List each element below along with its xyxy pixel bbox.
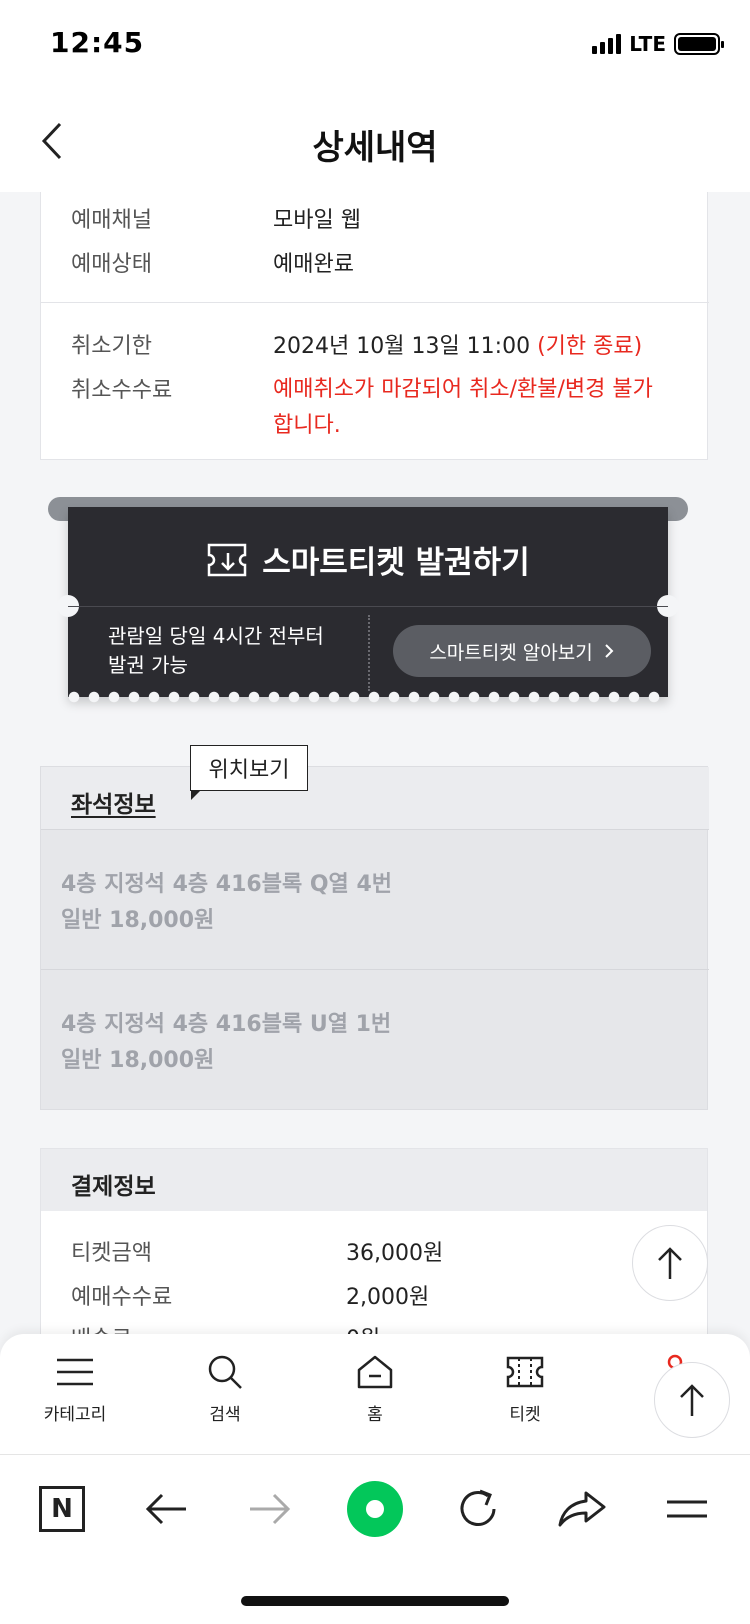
seat-info-title[interactable]: 좌석정보 bbox=[71, 785, 156, 819]
cancel-fee-notice: 예매취소가 마감되어 취소/환불/변경 불가 합니다. bbox=[273, 372, 653, 444]
seat-price: 일반 18,000원 bbox=[61, 1048, 215, 1073]
app-tab-bar: 카테고리 검색 홈 티켓 bbox=[0, 1334, 750, 1454]
home-icon bbox=[357, 1355, 393, 1389]
ticket-amount-label: 티켓금액 bbox=[71, 1241, 152, 1266]
tooltip-tail bbox=[191, 790, 201, 800]
browser-back-button[interactable] bbox=[136, 1479, 196, 1539]
naver-home-button[interactable]: N bbox=[32, 1479, 92, 1539]
channel-value: 모바일 웹 bbox=[273, 208, 361, 233]
refresh-icon bbox=[460, 1489, 496, 1526]
seat-row: 4층 지정석 4층 416블록 Q열 4번 일반 18,000원 bbox=[41, 829, 709, 969]
nav-bar: 상세내역 bbox=[0, 92, 750, 192]
cancel-fee-label: 취소수수료 bbox=[71, 378, 173, 403]
status-value: 예매완료 bbox=[273, 252, 354, 277]
smart-ticket-learn-more-button[interactable]: 스마트티켓 알아보기 bbox=[393, 625, 651, 677]
browser-menu-button[interactable] bbox=[657, 1479, 717, 1539]
seat-price: 일반 18,000원 bbox=[61, 908, 215, 933]
seat-row: 4층 지정석 4층 416블록 U열 1번 일반 18,000원 bbox=[41, 969, 709, 1109]
scroll-top-button[interactable] bbox=[654, 1362, 730, 1438]
seat-info-header: 좌석정보 bbox=[41, 767, 709, 829]
naver-green-button[interactable] bbox=[345, 1479, 405, 1539]
cancel-deadline-date: 2024년 10월 13일 11:00 bbox=[273, 334, 531, 359]
signal-icon bbox=[592, 34, 622, 54]
smart-ticket-title: 스마트티켓 발권하기 bbox=[262, 545, 530, 581]
smart-ticket-note-line1: 관람일 당일 4시간 전부터 bbox=[108, 624, 324, 648]
browser-forward-button[interactable] bbox=[240, 1479, 300, 1539]
network-label: LTE bbox=[629, 32, 666, 56]
channel-label: 예매채널 bbox=[71, 208, 152, 233]
chevron-right-icon bbox=[604, 644, 614, 658]
status-label: 예매상태 bbox=[71, 252, 152, 277]
ticket-scallop-edge bbox=[68, 691, 668, 703]
tab-category[interactable]: 카테고리 bbox=[20, 1354, 130, 1425]
ticket-amount-value: 36,000원 bbox=[346, 1241, 444, 1266]
tab-home[interactable]: 홈 bbox=[320, 1354, 430, 1425]
green-dot-icon bbox=[347, 1481, 403, 1537]
cancel-deadline-label: 취소기한 bbox=[71, 334, 152, 359]
tab-ticket[interactable]: 티켓 bbox=[470, 1354, 580, 1425]
battery-icon bbox=[674, 33, 724, 55]
seat-location: 4층 지정석 4층 416블록 U열 1번 bbox=[61, 1012, 392, 1037]
smart-ticket-issue-button[interactable]: 스마트티켓 발권하기 bbox=[68, 537, 668, 582]
home-indicator[interactable] bbox=[241, 1596, 509, 1606]
arrow-up-icon bbox=[658, 1247, 682, 1279]
smart-ticket-note-line2: 발권 가능 bbox=[108, 653, 188, 677]
payment-info-title: 결제정보 bbox=[71, 1174, 156, 1200]
refresh-button[interactable] bbox=[448, 1479, 508, 1539]
tab-search[interactable]: 검색 bbox=[170, 1354, 280, 1425]
cancel-fee-line2: 합니다. bbox=[273, 413, 341, 438]
status-time: 12:45 bbox=[50, 26, 145, 59]
arrow-left-icon bbox=[145, 1493, 186, 1525]
arrow-up-icon bbox=[680, 1384, 704, 1416]
menu-icon bbox=[667, 1500, 707, 1518]
status-bar: 12:45 LTE bbox=[0, 0, 750, 92]
tab-label: 티켓 bbox=[509, 1405, 541, 1425]
smart-ticket-card: 스마트티켓 발권하기 관람일 당일 4시간 전부터 발권 가능 스마트티켓 알아… bbox=[57, 507, 679, 703]
status-indicators: LTE bbox=[592, 32, 724, 56]
ticket-dotted-divider bbox=[368, 615, 370, 691]
arrow-right-icon bbox=[250, 1493, 291, 1525]
ticket-download-icon bbox=[208, 543, 247, 576]
naver-logo-icon: N bbox=[39, 1486, 85, 1532]
seat-location: 4층 지정석 4층 416블록 Q열 4번 bbox=[61, 872, 393, 897]
share-button[interactable] bbox=[552, 1479, 612, 1539]
scroll-top-button[interactable] bbox=[632, 1225, 708, 1301]
booking-fee-label: 예매수수료 bbox=[71, 1285, 173, 1310]
page-title: 상세내역 bbox=[312, 128, 438, 168]
tab-label: 카테고리 bbox=[43, 1405, 107, 1425]
search-icon bbox=[208, 1355, 242, 1389]
payment-info-header: 결제정보 bbox=[41, 1149, 707, 1211]
tab-label: 홈 bbox=[367, 1405, 383, 1425]
seat-info-card: 좌석정보 4층 지정석 4층 416블록 Q열 4번 일반 18,000원 4층… bbox=[40, 766, 709, 1110]
ticket-separator bbox=[68, 606, 668, 607]
cancel-deadline-value: 2024년 10월 13일 11:00 (기한 종료) bbox=[273, 328, 642, 360]
menu-icon bbox=[57, 1358, 93, 1386]
tab-label: 검색 bbox=[209, 1405, 241, 1425]
divider bbox=[41, 302, 709, 303]
cancel-fee-line1: 예매취소가 마감되어 취소/환불/변경 불가 bbox=[273, 377, 653, 402]
cancel-deadline-note: (기한 종료) bbox=[537, 334, 643, 359]
booking-fee-value: 2,000원 bbox=[346, 1285, 430, 1310]
smart-ticket-note: 관람일 당일 4시간 전부터 발권 가능 bbox=[108, 622, 358, 680]
share-icon bbox=[558, 1491, 606, 1527]
view-location-tooltip[interactable]: 위치보기 bbox=[190, 745, 308, 791]
smart-ticket-learn-more-label: 스마트티켓 알아보기 bbox=[429, 641, 593, 664]
booking-info-card: 예매채널 모바일 웹 예매상태 예매완료 취소기한 2024년 10월 13일 … bbox=[40, 192, 709, 460]
ticket-icon bbox=[506, 1356, 544, 1388]
